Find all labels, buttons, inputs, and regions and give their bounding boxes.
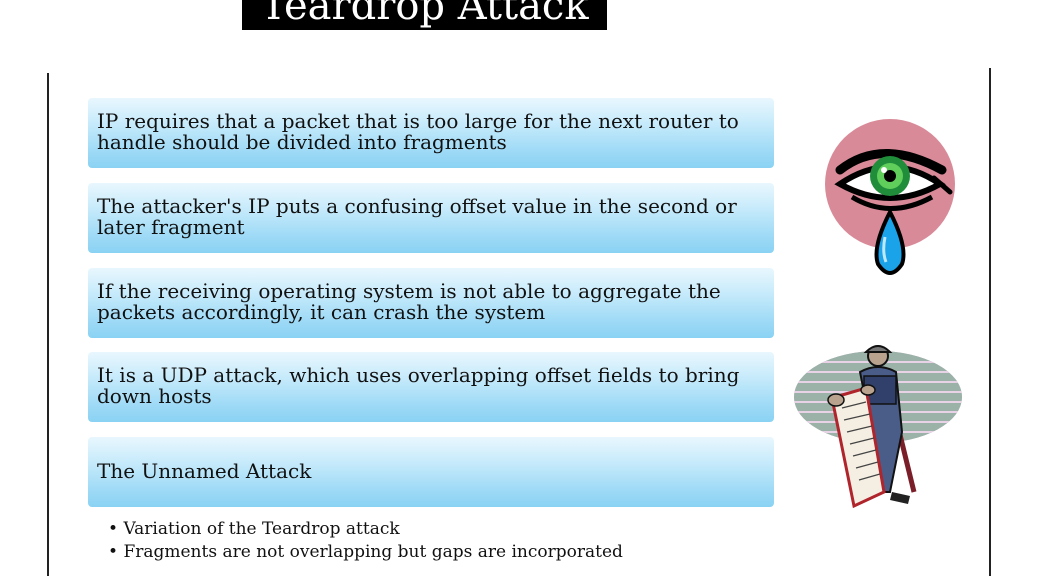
crying-eye-icon xyxy=(825,119,955,275)
bullet-bar-2: The attacker's IP puts a confusing offse… xyxy=(88,183,774,253)
soldier-scroll-icon xyxy=(794,345,962,509)
sub-bullet-item: Variation of the Teardrop attack xyxy=(108,518,623,541)
bullet-bar-1: IP requires that a packet that is too la… xyxy=(88,98,774,168)
sub-bullet-list: Variation of the Teardrop attack Fragmen… xyxy=(108,518,623,564)
left-border-line xyxy=(47,73,49,576)
bullet-bar-3: If the receiving operating system is not… xyxy=(88,268,774,338)
right-border-line xyxy=(989,68,991,576)
slide-title: Teardrop Attack xyxy=(242,0,607,30)
bullet-bar-5: The Unnamed Attack xyxy=(88,437,774,507)
sub-bullet-item: Fragments are not overlapping but gaps a… xyxy=(108,541,622,564)
bullet-bar-4: It is a UDP attack, which uses overlappi… xyxy=(88,352,774,422)
